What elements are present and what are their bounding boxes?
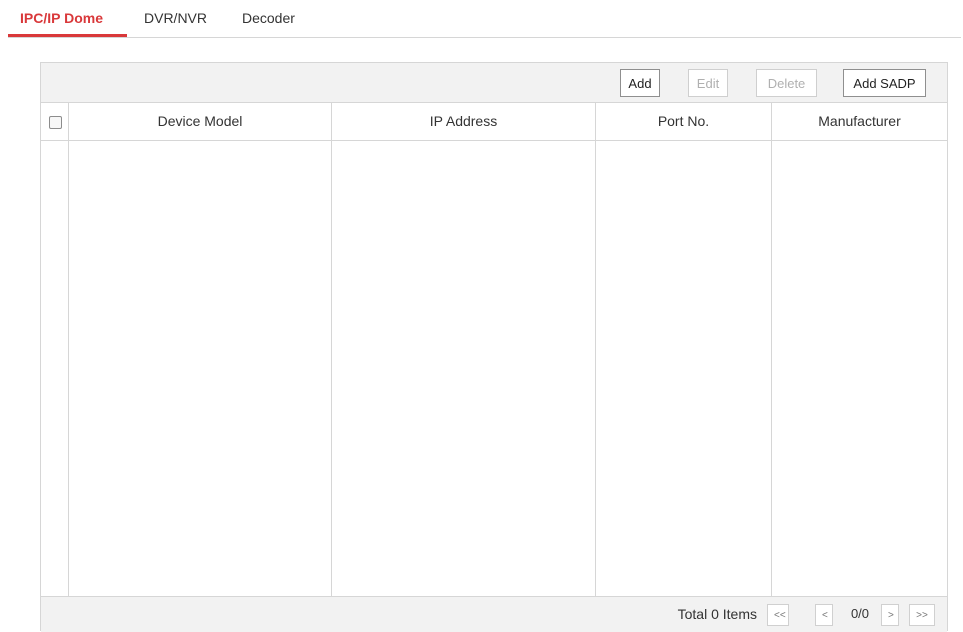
pagination-bar: Total 0 Items << < 0/0 > >> — [41, 596, 947, 632]
select-all-checkbox[interactable] — [49, 116, 62, 129]
table-header: Device Model IP Address Port No. Manufac… — [41, 103, 947, 141]
add-button[interactable]: Add — [620, 69, 660, 97]
device-type-tabs: IPC/IP Dome DVR/NVR Decoder — [8, 0, 961, 38]
tab-ipc-ip-dome[interactable]: IPC/IP Dome — [20, 10, 103, 26]
tab-decoder[interactable]: Decoder — [242, 10, 295, 26]
total-items-label: Total 0 Items — [677, 606, 757, 622]
first-page-button[interactable]: << — [767, 604, 789, 626]
column-header-ip-address[interactable]: IP Address — [332, 103, 595, 140]
device-toolbar: Add Edit Delete Add SADP — [41, 63, 947, 103]
edit-button[interactable]: Edit — [688, 69, 728, 97]
next-page-button[interactable]: > — [881, 604, 899, 626]
device-list-panel: Add Edit Delete Add SADP Device Model IP… — [40, 62, 948, 632]
add-sadp-button[interactable]: Add SADP — [843, 69, 926, 97]
delete-button[interactable]: Delete — [756, 69, 817, 97]
active-tab-indicator — [8, 34, 127, 37]
tab-dvr-nvr[interactable]: DVR/NVR — [144, 10, 207, 26]
column-header-port-no[interactable]: Port No. — [596, 103, 771, 140]
column-divider — [771, 103, 772, 596]
last-page-button[interactable]: >> — [909, 604, 935, 626]
column-divider — [68, 103, 69, 596]
column-header-manufacturer[interactable]: Manufacturer — [772, 103, 947, 140]
column-divider — [331, 103, 332, 596]
column-header-device-model[interactable]: Device Model — [69, 103, 331, 140]
prev-page-button[interactable]: < — [815, 604, 833, 626]
column-divider — [595, 103, 596, 596]
page-indicator: 0/0 — [850, 606, 870, 621]
